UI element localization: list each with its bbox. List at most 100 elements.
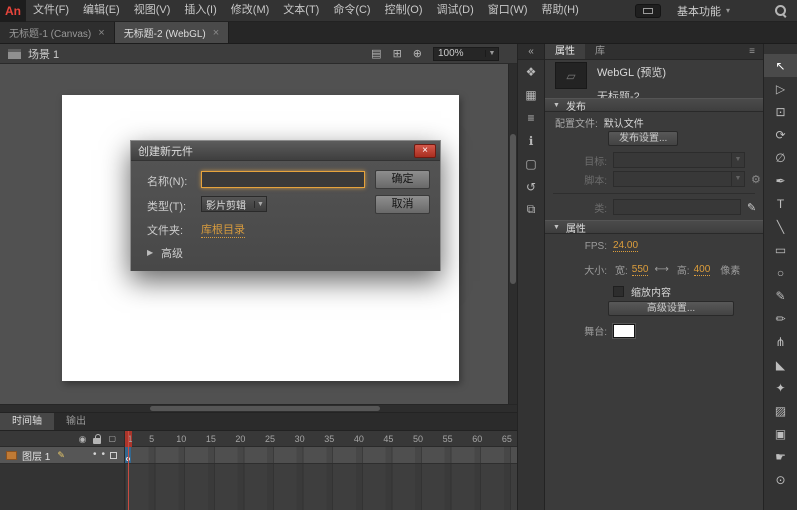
menu-item[interactable]: 帮助(H) (535, 0, 586, 21)
tab-properties[interactable]: 属性 (545, 44, 585, 59)
edit-symbols-icon[interactable]: ⊞ (393, 48, 402, 60)
screen-mode-icon[interactable] (635, 4, 661, 18)
info-panel-icon[interactable]: ℹ (518, 129, 544, 152)
scale-content-checkbox[interactable] (613, 286, 624, 297)
document-tab[interactable]: 无标题-2 (WebGL) × (115, 22, 230, 43)
layer-visibility-dot[interactable]: • (93, 451, 97, 459)
cancel-button[interactable]: 取消 (375, 195, 430, 214)
horizontal-scrollbar[interactable] (0, 404, 517, 412)
menu-item[interactable]: 控制(O) (378, 0, 430, 21)
publish-settings-button[interactable]: 发布设置... (608, 131, 678, 146)
symbol-type-dropdown[interactable]: 影片剪辑 ▼ (201, 196, 267, 212)
pen-tool[interactable]: ✒ (764, 169, 797, 192)
vertical-scroll-thumb[interactable] (510, 134, 516, 284)
brush-tool[interactable]: ✏ (764, 307, 797, 330)
scene-name[interactable]: 场景 1 (28, 46, 59, 62)
menu-item[interactable]: 修改(M) (224, 0, 277, 21)
profile-value[interactable]: 默认文件 (604, 115, 644, 130)
workspace-switcher[interactable]: 基本功能 ▾ (677, 3, 730, 19)
swatches-panel-icon[interactable]: ▦ (518, 83, 544, 106)
layer-frames-track[interactable] (125, 447, 517, 464)
pencil-tool[interactable]: ✎ (764, 284, 797, 307)
color-panel-icon[interactable]: ❖ (518, 60, 544, 83)
frame-number: 20 (231, 434, 249, 444)
horizontal-scroll-thumb[interactable] (150, 406, 380, 411)
menu-item[interactable]: 文本(T) (276, 0, 326, 21)
layer-item[interactable]: 图层 1 ✎ • • (0, 447, 125, 464)
menu-item[interactable]: 视图(V) (127, 0, 178, 21)
menu-item[interactable]: 文件(F) (26, 0, 76, 21)
dialog-titlebar[interactable]: 创建新元件 × (131, 141, 440, 161)
layer-list-empty[interactable] (0, 464, 125, 510)
tab-timeline[interactable]: 时间轴 (0, 413, 54, 430)
oval-tool[interactable]: ○ (764, 261, 797, 284)
history-panel-icon[interactable]: ↺ (518, 175, 544, 198)
menu-item[interactable]: 编辑(E) (76, 0, 127, 21)
outline-all-layers-icon[interactable]: ▢ (108, 435, 116, 443)
advanced-settings-button[interactable]: 高级设置... (608, 301, 734, 316)
stage-height-value[interactable]: 400 (694, 264, 711, 276)
tab-close-icon[interactable]: × (98, 28, 104, 38)
menu-item[interactable]: 插入(I) (177, 0, 223, 21)
camera-tool[interactable]: ▣ (764, 422, 797, 445)
edit-scene-icon[interactable]: ▤ (371, 48, 381, 60)
tab-close-icon[interactable]: × (213, 28, 219, 38)
center-stage-icon[interactable]: ⊕ (413, 48, 422, 60)
playhead-line[interactable] (128, 431, 129, 510)
align-panel-icon[interactable]: ≡ (518, 106, 544, 129)
dialog-close-button[interactable]: × (414, 144, 436, 158)
timeline-ruler[interactable]: ◉ ▢ 15101520253035404550556065 (0, 431, 517, 447)
tab-library[interactable]: 库 (585, 44, 615, 59)
dialog-title: 创建新元件 (138, 143, 193, 159)
hand-tool[interactable]: ☛ (764, 445, 797, 468)
selection-tool[interactable]: ↖ (764, 54, 797, 77)
menu-item[interactable]: 窗口(W) (481, 0, 535, 21)
rectangle-tool[interactable]: ▭ (764, 238, 797, 261)
expand-panels-icon[interactable]: « (518, 44, 544, 60)
vertical-scrollbar[interactable] (508, 64, 517, 404)
paint-bucket-tool[interactable]: ◣ (764, 353, 797, 376)
pasteboard[interactable]: 创建新元件 × 名称(N): 确定 类型(T): 影片剪辑 ▼ 取消 文件夹: … (0, 64, 517, 404)
frames-empty-grid[interactable] (125, 464, 517, 510)
ok-button[interactable]: 确定 (375, 170, 430, 189)
show-hide-all-layers-icon[interactable]: ◉ (79, 435, 87, 443)
text-tool[interactable]: T (764, 192, 797, 215)
edit-class-pencil-icon[interactable]: ✎ (747, 201, 756, 214)
components-panel-icon[interactable]: ⧉ (518, 198, 544, 221)
3d-rotation-tool[interactable]: ⟳ (764, 123, 797, 146)
properties-section-header[interactable]: ▼ 属性 (545, 220, 763, 234)
layer-lock-dot[interactable]: • (101, 451, 105, 459)
search-icon[interactable] (774, 4, 787, 17)
transform-panel-icon[interactable]: ▢ (518, 152, 544, 175)
tab-output[interactable]: 输出 (54, 413, 98, 430)
link-dimensions-icon[interactable]: ⟷ (654, 264, 668, 275)
scale-content-row: 缩放内容 (545, 284, 763, 299)
eyedropper-tool[interactable]: ✦ (764, 376, 797, 399)
lock-all-layers-icon[interactable] (93, 438, 101, 444)
document-tab[interactable]: 无标题-1 (Canvas) × (0, 22, 115, 43)
menu-item[interactable]: 命令(C) (326, 0, 377, 21)
stage-width-value[interactable]: 550 (632, 264, 649, 276)
advanced-label[interactable]: 高级 (161, 245, 183, 261)
frame-ruler[interactable]: 15101520253035404550556065 (125, 431, 517, 447)
unit-label: 像素 (720, 262, 740, 277)
eraser-tool[interactable]: ▨ (764, 399, 797, 422)
bone-tool[interactable]: ⋔ (764, 330, 797, 353)
layer-name[interactable]: 图层 1 (22, 448, 50, 463)
free-transform-tool[interactable]: ⊡ (764, 100, 797, 123)
fps-value[interactable]: 24.00 (613, 240, 638, 252)
lasso-tool[interactable]: ∅ (764, 146, 797, 169)
stage-color-swatch[interactable] (613, 324, 635, 338)
line-tool[interactable]: ╲ (764, 215, 797, 238)
library-root-link[interactable]: 库根目录 (201, 221, 245, 238)
advanced-expand-caret-icon[interactable]: ▶ (147, 248, 153, 257)
layer-outline-color-swatch[interactable] (110, 452, 117, 459)
zoom-select[interactable]: 100% ▼ (433, 47, 499, 61)
menu-item[interactable]: 调试(D) (430, 0, 481, 21)
subselection-tool[interactable]: ▷ (764, 77, 797, 100)
zoom-tool[interactable]: ⊙ (764, 468, 797, 491)
panel-menu-icon[interactable]: ≡ (749, 46, 763, 57)
frame-number: 50 (409, 434, 427, 444)
symbol-name-input[interactable] (201, 171, 365, 188)
publish-section-header[interactable]: ▼ 发布 (545, 98, 763, 112)
